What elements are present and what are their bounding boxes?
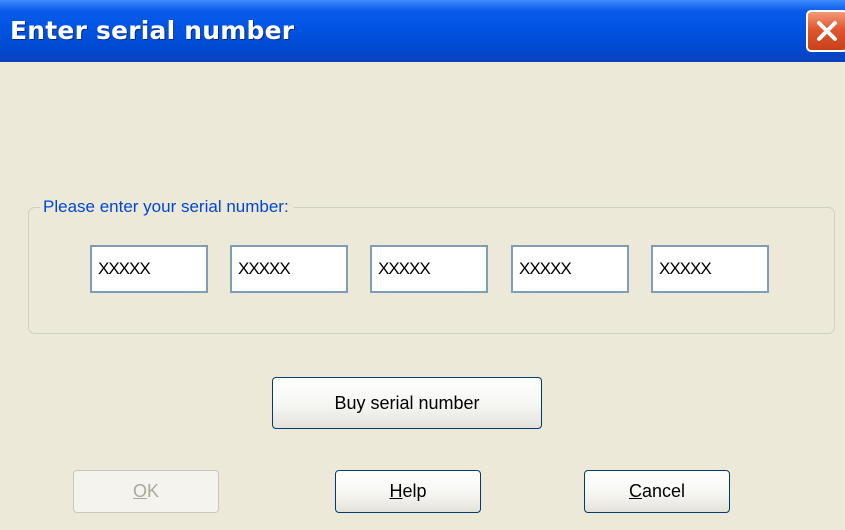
cancel-button[interactable]: Cancel (584, 470, 730, 513)
serial-field-2[interactable] (230, 245, 348, 293)
ok-mnemonic: O (132, 481, 147, 501)
help-label: Help (389, 481, 426, 502)
ok-button[interactable]: OK (73, 470, 219, 513)
help-mnemonic: H (389, 481, 403, 501)
cancel-label-rest: ancel (641, 481, 686, 501)
close-button[interactable] (806, 10, 845, 52)
help-label-rest: elp (402, 481, 427, 501)
cancel-mnemonic: C (628, 481, 642, 501)
serial-field-1[interactable] (90, 245, 208, 293)
close-icon (817, 21, 837, 41)
ok-label-rest: K (147, 481, 160, 501)
serial-group-label: Please enter your serial number: (40, 197, 294, 217)
serial-field-5[interactable] (651, 245, 769, 293)
window-title: Enter serial number (10, 16, 295, 45)
buy-serial-number-button[interactable]: Buy serial number (272, 377, 542, 429)
ok-label: OK (133, 481, 159, 502)
cancel-label: Cancel (629, 481, 685, 502)
title-bar[interactable]: Enter serial number (0, 0, 845, 62)
serial-field-3[interactable] (370, 245, 488, 293)
help-button[interactable]: Help (335, 470, 481, 513)
buy-serial-number-label: Buy serial number (334, 392, 480, 413)
serial-field-4[interactable] (511, 245, 629, 293)
